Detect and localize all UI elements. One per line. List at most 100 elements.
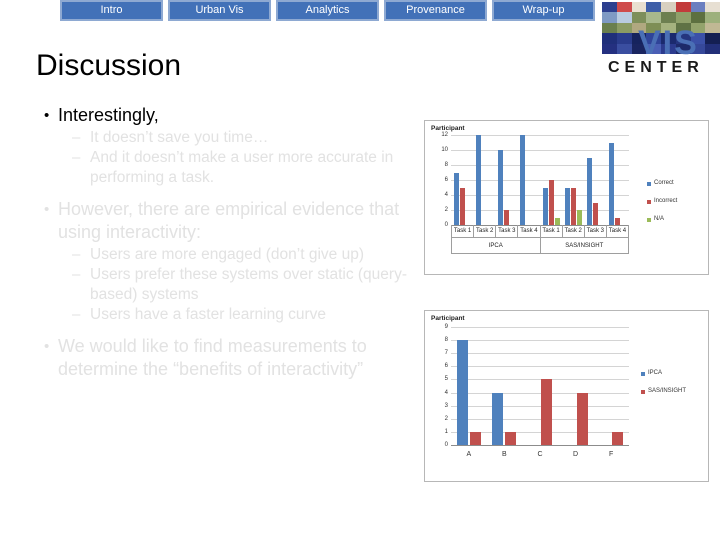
chart-legend: IPCA SAS/INSIGHT xyxy=(641,369,686,405)
tab-wrap-up[interactable]: Wrap-up xyxy=(492,0,595,21)
page-title: Discussion xyxy=(36,49,182,82)
chart-legend-swatch xyxy=(647,217,651,222)
chart-x-axis-labels: ABCDF xyxy=(451,451,629,458)
chart-bar xyxy=(520,135,526,225)
chart-bar xyxy=(576,210,582,225)
chart-legend-item: N/A xyxy=(647,215,677,224)
chart-legend-label: SAS/INSIGHT xyxy=(648,388,687,394)
chart-bar xyxy=(456,340,468,445)
chart-y-tick-label: 2 xyxy=(444,207,448,213)
bullet-marker: • xyxy=(44,107,50,124)
tab-urban-vis-label: Urban Vis xyxy=(170,2,269,19)
vis-center-logo: VIS CENTER xyxy=(602,2,720,80)
chart-bar xyxy=(615,217,621,225)
chart-category-row: Task 1 Task 2 Task 3 Task 4 Task 1 Task 2 Task… xyxy=(451,225,629,238)
chart-y-tick-label: 8 xyxy=(444,337,448,344)
chart-bar xyxy=(593,202,599,225)
chart-gridline xyxy=(451,445,629,446)
tab-provenance[interactable]: Provenance xyxy=(384,0,487,21)
chart-y-axis-title: Participant xyxy=(431,315,465,322)
chart-legend-swatch xyxy=(641,389,645,394)
chart-bar xyxy=(587,157,593,225)
chart-legend-label: N/A xyxy=(654,216,665,222)
chart-category-label: Task 4 xyxy=(518,225,541,238)
bullet-text: Users are more engaged (don’t give up) xyxy=(90,246,364,263)
chart-category-label: Task 4 xyxy=(606,225,629,238)
chart-accuracy-by-task: Participant 0 2 4 6 8 10 12 Correct Incorrect N/A T… xyxy=(424,120,709,275)
chart-bar xyxy=(564,187,570,225)
bullet-marker: – xyxy=(72,266,81,283)
bullet-text: Interestingly, xyxy=(58,105,159,125)
chart-legend-swatch xyxy=(641,371,645,376)
bullet-marker: • xyxy=(44,338,50,355)
chart-legend-item: Incorrect xyxy=(647,197,677,206)
chart-bar xyxy=(542,187,548,225)
chart-y-tick-label: 4 xyxy=(444,389,448,396)
chart-x-tick-label: A xyxy=(466,451,472,458)
bullet-level-1: • Interestingly, xyxy=(36,104,426,127)
chart-legend-label: Correct xyxy=(654,180,674,186)
tab-analytics[interactable]: Analytics xyxy=(276,0,379,21)
chart-group-row: IPCA SAS/INSIGHT xyxy=(451,238,629,254)
chart-legend-item: IPCA xyxy=(641,369,686,378)
bullet-level-1: • We would like to find measurements to d… xyxy=(36,335,426,381)
chart-y-tick-label: 9 xyxy=(444,324,448,330)
tab-provenance-label: Provenance xyxy=(386,2,485,19)
chart-bar xyxy=(453,172,459,225)
chart-group-label: IPCA xyxy=(452,238,541,254)
chart-category-label: Task 1 xyxy=(452,225,475,238)
chart-bar xyxy=(570,187,576,225)
slide-body: • Interestingly, – It doesn’t save you time… xyxy=(36,104,426,382)
chart-legend-item: Correct xyxy=(647,179,677,188)
chart-x-tick-label: F xyxy=(609,451,614,458)
chart-legend-swatch xyxy=(647,199,651,204)
chart-y-tick-label: 6 xyxy=(444,177,448,183)
chart-bar xyxy=(554,217,560,225)
chart-y-tick-label: 8 xyxy=(444,162,448,168)
tab-analytics-label: Analytics xyxy=(278,2,377,19)
bullet-marker: – xyxy=(72,129,81,146)
chart-x-tick-label: B xyxy=(502,451,507,458)
bullet-level-2: – It doesn’t save you time… xyxy=(72,128,426,148)
chart-plot-area xyxy=(451,327,629,446)
bullet-level-2: – Users are more engaged (don’t give up) xyxy=(72,245,426,265)
bullet-marker: – xyxy=(72,306,81,323)
chart-y-tick-label: 5 xyxy=(444,376,448,383)
chart-category-label: Task 3 xyxy=(496,225,519,238)
chart-bar xyxy=(609,142,615,225)
chart-x-tick-label: D xyxy=(573,451,579,458)
chart-y-tick-label: 4 xyxy=(444,192,448,198)
bullet-marker: – xyxy=(72,149,81,166)
chart-y-tick-label: 10 xyxy=(441,147,448,153)
logo-center-text: CENTER xyxy=(608,59,704,76)
chart-bar xyxy=(498,150,504,225)
chart-y-tick-label: 6 xyxy=(444,363,448,370)
chart-group-label: SAS/INSIGHT xyxy=(540,238,629,254)
bullet-marker: – xyxy=(72,246,81,263)
chart-category-label: Task 2 xyxy=(474,225,497,238)
chart-bar xyxy=(504,210,510,225)
chart-category-label: Task 2 xyxy=(562,225,585,238)
bullet-text: It doesn’t save you time… xyxy=(90,129,269,146)
tab-wrap-up-label: Wrap-up xyxy=(494,2,593,19)
chart-y-tick-label: 1 xyxy=(444,428,448,435)
chart-bar xyxy=(505,431,517,445)
logo-vis-text: VIS xyxy=(638,24,699,62)
chart-bar xyxy=(612,431,624,445)
chart-legend-label: IPCA xyxy=(648,370,663,376)
bullet-level-2: – Users have a faster learning curve xyxy=(72,305,426,325)
tab-intro[interactable]: Intro xyxy=(60,0,163,21)
bullet-text: Users prefer these systems over static (… xyxy=(90,266,407,303)
chart-category-label: Task 3 xyxy=(584,225,607,238)
chart-bar xyxy=(541,379,552,445)
bullet-level-1: • However, there are empirical evidence t… xyxy=(36,198,426,244)
chart-plot-area xyxy=(451,135,629,226)
tab-urban-vis[interactable]: Urban Vis xyxy=(168,0,271,21)
nav-tabs: Intro Urban Vis Analytics Provenance Wra… xyxy=(60,0,595,21)
chart-legend-label: Incorrect xyxy=(654,198,678,204)
bullet-text: We would like to find measurements to de… xyxy=(58,336,367,379)
chart-bar xyxy=(459,187,465,225)
bullet-text: And it doesn’t make a user more accurate… xyxy=(90,149,394,186)
bullet-level-2: – Users prefer these systems over static … xyxy=(72,265,426,305)
bullet-level-2: – And it doesn’t make a user more accurat… xyxy=(72,148,426,188)
